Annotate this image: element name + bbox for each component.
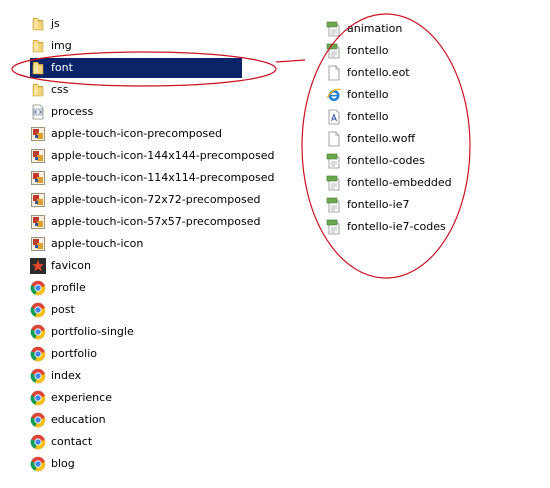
file-list-item-label: css xyxy=(51,83,69,96)
css-file-icon xyxy=(326,153,342,169)
chrome-icon xyxy=(30,412,46,428)
css-file-icon xyxy=(326,219,342,235)
folder-icon xyxy=(30,60,46,76)
chrome-icon xyxy=(30,434,46,450)
font-folder-file-item-label: fontello xyxy=(347,44,389,57)
font-folder-file-item[interactable]: fontello-ie7 xyxy=(326,195,446,215)
font-folder-file-item[interactable]: fontello-codes xyxy=(326,151,446,171)
file-list-item[interactable]: apple-touch-icon xyxy=(30,234,242,254)
folder-icon xyxy=(30,82,46,98)
file-list-item[interactable]: img xyxy=(30,36,242,56)
css-file-icon xyxy=(326,175,342,191)
file-list-item-label: portfolio-single xyxy=(51,325,134,338)
file-list-item[interactable]: apple-touch-icon-144x144-precomposed xyxy=(30,146,274,166)
image-file-icon xyxy=(30,126,46,142)
chrome-icon xyxy=(30,346,46,362)
file-list-item-label: contact xyxy=(51,435,93,448)
folder-icon xyxy=(30,38,46,54)
file-list-item[interactable]: post xyxy=(30,300,242,320)
file-list-item-label: experience xyxy=(51,391,112,404)
font-folder-file-item[interactable]: animation xyxy=(326,19,446,39)
file-list-item[interactable]: profile xyxy=(30,278,242,298)
font-folder-file-item[interactable]: fontello.eot xyxy=(326,63,446,83)
font-folder-file-item[interactable]: fontello-embedded xyxy=(326,173,452,193)
star-icon xyxy=(30,258,46,274)
connector-line xyxy=(275,59,306,63)
font-folder-file-item[interactable]: fontello xyxy=(326,85,446,105)
font-folder-file-item-label: fontello-codes xyxy=(347,154,425,167)
file-list-item-label: apple-touch-icon-114x114-precomposed xyxy=(51,171,275,184)
file-list-item[interactable]: font xyxy=(30,58,242,78)
file-list-item-label: process xyxy=(51,105,94,118)
file-list-item-label: img xyxy=(51,39,72,52)
file-list-item[interactable]: portfolio-single xyxy=(30,322,242,342)
blank-file-icon xyxy=(326,65,342,81)
image-file-icon xyxy=(30,236,46,252)
file-list-item-label: post xyxy=(51,303,75,316)
file-list-item-label: apple-touch-icon-57x57-precomposed xyxy=(51,215,261,228)
file-list-item[interactable]: blog xyxy=(30,454,242,474)
chrome-icon xyxy=(30,390,46,406)
font-folder-file-item-label: fontello xyxy=(347,88,389,101)
file-list-item[interactable]: apple-touch-icon-57x57-precomposed xyxy=(30,212,260,232)
css-file-icon xyxy=(326,197,342,213)
font-folder-file-item-label: fontello-ie7 xyxy=(347,198,410,211)
file-list-item[interactable]: process xyxy=(30,102,242,122)
file-list-item[interactable]: portfolio xyxy=(30,344,242,364)
font-folder-file-item-label: fontello-ie7-codes xyxy=(347,220,446,233)
folder-icon xyxy=(30,16,46,32)
font-folder-file-item-label: animation xyxy=(347,22,403,35)
file-list-item[interactable]: apple-touch-icon-precomposed xyxy=(30,124,242,144)
file-list-item-label: js xyxy=(51,17,60,30)
chrome-icon xyxy=(30,324,46,340)
css-file-icon xyxy=(326,21,342,37)
font-folder-file-item-label: fontello.eot xyxy=(347,66,410,79)
chrome-icon xyxy=(30,302,46,318)
file-list-item[interactable]: css xyxy=(30,80,242,100)
file-list-item-label: index xyxy=(51,369,82,382)
file-list-item-label: apple-touch-icon xyxy=(51,237,144,250)
font-folder-file-item-label: fontello xyxy=(347,110,389,123)
file-list-item[interactable]: js xyxy=(30,14,242,34)
file-list-item[interactable]: experience xyxy=(30,388,242,408)
font-folder-file-item[interactable]: fontello.woff xyxy=(326,129,446,149)
file-list-item-label: apple-touch-icon-144x144-precomposed xyxy=(51,149,275,162)
file-list-item-label: blog xyxy=(51,457,75,470)
script-file-icon xyxy=(30,104,46,120)
font-folder-file-item[interactable]: fontello xyxy=(326,41,446,61)
css-file-icon xyxy=(326,43,342,59)
font-folder-file-item-label: fontello.woff xyxy=(347,132,416,145)
file-list-item-label: portfolio xyxy=(51,347,97,360)
chrome-icon xyxy=(30,280,46,296)
file-list-item-label: apple-touch-icon-72x72-precomposed xyxy=(51,193,261,206)
font-file-icon xyxy=(326,109,342,125)
file-list-item[interactable]: contact xyxy=(30,432,242,452)
image-file-icon xyxy=(30,170,46,186)
font-folder-file-item[interactable]: fontello-ie7-codes xyxy=(326,217,446,237)
font-folder-file-item[interactable]: fontello xyxy=(326,107,446,127)
image-file-icon xyxy=(30,192,46,208)
file-list-item-label: favicon xyxy=(51,259,91,272)
file-list-item-label: font xyxy=(51,61,73,74)
chrome-icon xyxy=(30,456,46,472)
image-file-icon xyxy=(30,214,46,230)
ie-icon xyxy=(326,87,342,103)
file-list-item-label: profile xyxy=(51,281,86,294)
file-list-item[interactable]: index xyxy=(30,366,242,386)
file-list-item[interactable]: apple-touch-icon-72x72-precomposed xyxy=(30,190,260,210)
file-list-item-label: education xyxy=(51,413,106,426)
chrome-icon xyxy=(30,368,46,384)
file-list-item-label: apple-touch-icon-precomposed xyxy=(51,127,222,140)
font-folder-file-item-label: fontello-embedded xyxy=(347,176,452,189)
file-list-item[interactable]: apple-touch-icon-114x114-precomposed xyxy=(30,168,274,188)
blank-file-icon xyxy=(326,131,342,147)
file-list-item[interactable]: favicon xyxy=(30,256,242,276)
file-list-item[interactable]: education xyxy=(30,410,242,430)
image-file-icon xyxy=(30,148,46,164)
